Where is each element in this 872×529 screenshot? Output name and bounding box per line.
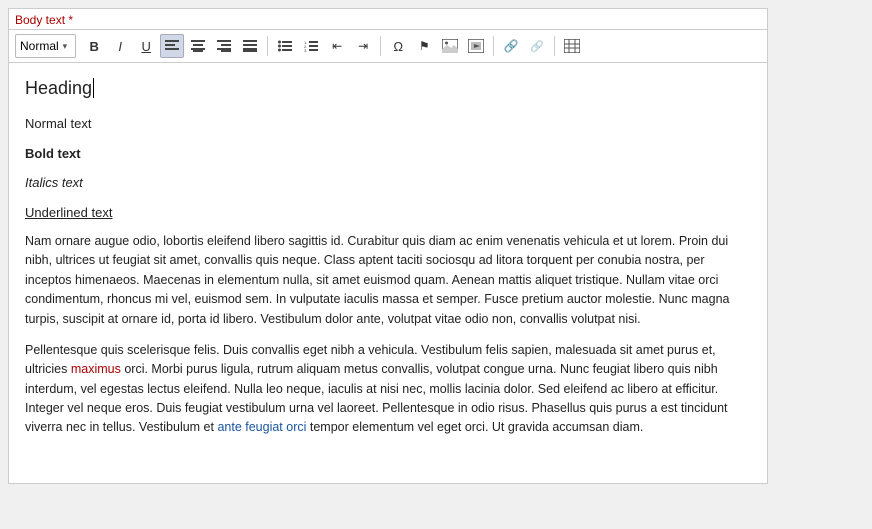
separator-1 (267, 36, 268, 56)
underline-button[interactable]: U (134, 34, 158, 58)
separator-4 (554, 36, 555, 56)
body-paragraph-1: Nam ornare augue odio, lobortis eleifend… (25, 232, 751, 329)
image-button[interactable] (438, 34, 462, 58)
editor-wrapper: Body text * Normal ▾ B I U (8, 8, 768, 484)
unordered-list-button[interactable] (273, 34, 297, 58)
bold-text-content: Bold text (25, 146, 81, 161)
align-left-icon (165, 40, 179, 52)
paragraph-2-part-2: maximus (71, 362, 121, 376)
underlined-text-paragraph: Underlined text (25, 203, 751, 223)
image-icon (442, 39, 458, 53)
separator-2 (380, 36, 381, 56)
align-center-button[interactable] (186, 34, 210, 58)
indent-increase-button[interactable]: ⇥ (351, 34, 375, 58)
link-button[interactable]: 🔗 (499, 34, 523, 58)
table-insert-button[interactable] (560, 34, 584, 58)
underlined-text-content: Underlined text (25, 205, 112, 220)
heading-paragraph: Heading (25, 75, 751, 102)
special-char-button[interactable]: Ω (386, 34, 410, 58)
italics-text-paragraph: Italics text (25, 173, 751, 193)
ordered-list-button[interactable]: 1. 2. 3. (299, 34, 323, 58)
align-center-icon (191, 40, 205, 52)
indent-decrease-button[interactable]: ⇤ (325, 34, 349, 58)
align-left-button[interactable] (160, 34, 184, 58)
style-select[interactable]: Normal ▾ (15, 34, 76, 58)
style-select-value: Normal (20, 39, 59, 53)
italics-text-content: Italics text (25, 175, 83, 190)
body-paragraph-2: Pellentesque quis scelerisque felis. Dui… (25, 341, 751, 438)
table-icon (564, 39, 580, 53)
bold-button[interactable]: B (82, 34, 106, 58)
unlink-button[interactable]: 🔗 (525, 34, 549, 58)
normal-text-paragraph: Normal text (25, 114, 751, 134)
paragraph-1-text: Nam ornare augue odio, lobortis eleifend… (25, 234, 729, 326)
normal-text-content: Normal text (25, 116, 91, 131)
text-cursor (93, 78, 94, 98)
justify-icon (243, 40, 257, 52)
separator-3 (493, 36, 494, 56)
media-button[interactable] (464, 34, 488, 58)
ordered-list-icon: 1. 2. 3. (304, 40, 318, 52)
paragraph-2-part-5: tempor elementum vel eget orci. Ut gravi… (306, 420, 643, 434)
align-right-button[interactable] (212, 34, 236, 58)
heading-text: Heading (25, 78, 92, 98)
justify-button[interactable] (238, 34, 262, 58)
align-right-icon (217, 40, 231, 52)
field-label: Body text * (9, 9, 767, 29)
italic-button[interactable]: I (108, 34, 132, 58)
unordered-list-icon (278, 40, 292, 52)
style-select-arrow: ▾ (63, 41, 68, 52)
flag-button[interactable]: ⚑ (412, 34, 436, 58)
paragraph-2-part-4: ante feugiat orci (217, 420, 306, 434)
editor-content-area[interactable]: Heading Normal text Bold text Italics te… (9, 63, 767, 483)
media-icon (468, 39, 484, 53)
bold-text-paragraph: Bold text (25, 144, 751, 164)
svg-text:3.: 3. (304, 48, 307, 52)
toolbar: Normal ▾ B I U (9, 29, 767, 63)
